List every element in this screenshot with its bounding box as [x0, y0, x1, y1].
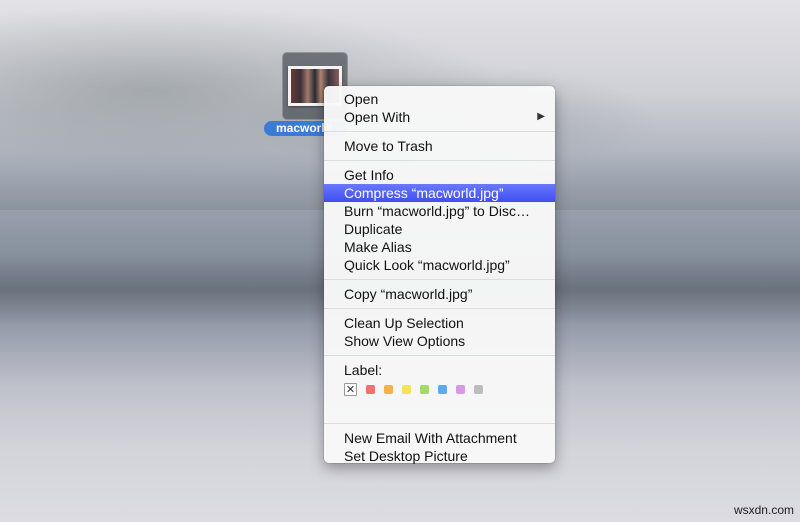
- menu-item-duplicate[interactable]: Duplicate: [324, 220, 555, 238]
- label-blue-swatch[interactable]: [438, 384, 447, 394]
- menu-separator: [324, 423, 555, 424]
- menu-spacer: [324, 399, 555, 418]
- menu-separator: [324, 308, 555, 309]
- label-yellow-swatch[interactable]: [402, 384, 411, 394]
- label-red-swatch[interactable]: [366, 384, 375, 394]
- label-purple-swatch[interactable]: [456, 384, 465, 394]
- menu-item-burn-to-disc[interactable]: Burn “macworld.jpg” to Disc…: [324, 202, 555, 220]
- context-menu: Open Open With ▶ Move to Trash Get Info C…: [324, 86, 555, 465]
- menu-item-label: New Email With Attachment: [344, 430, 517, 446]
- menu-separator: [324, 131, 555, 132]
- menu-separator: [324, 355, 555, 356]
- label-heading: Label:: [344, 362, 383, 378]
- menu-item-label: Move to Trash: [344, 138, 433, 154]
- menu-item-compress[interactable]: Compress “macworld.jpg”: [324, 184, 555, 202]
- menu-item-label: Compress “macworld.jpg”: [344, 185, 504, 201]
- menu-item-make-alias[interactable]: Make Alias: [324, 238, 555, 256]
- menu-separator: [324, 160, 555, 161]
- menu-item-quick-look[interactable]: Quick Look “macworld.jpg”: [324, 256, 555, 274]
- menu-item-label: Get Info: [344, 167, 394, 183]
- menu-item-label: Copy “macworld.jpg”: [344, 286, 473, 302]
- menu-item-clean-up-selection[interactable]: Clean Up Selection: [324, 314, 555, 332]
- menu-item-label: Quick Look “macworld.jpg”: [344, 257, 510, 273]
- menu-item-label: Burn “macworld.jpg” to Disc…: [344, 203, 530, 219]
- menu-item-open[interactable]: Open: [324, 90, 555, 108]
- menu-item-new-email-with-attachment[interactable]: New Email With Attachment: [324, 429, 555, 447]
- menu-item-open-with[interactable]: Open With ▶: [324, 108, 555, 126]
- menu-item-label: Clean Up Selection: [344, 315, 464, 331]
- menu-separator: [324, 279, 555, 280]
- menu-item-label: Make Alias: [344, 239, 412, 255]
- submenu-arrow-icon: ▶: [537, 111, 545, 122]
- menu-item-set-desktop-picture[interactable]: Set Desktop Picture: [324, 447, 555, 465]
- label-swatches: ✕: [324, 379, 555, 399]
- menu-item-label: Open With: [344, 109, 411, 125]
- menu-item-get-info[interactable]: Get Info: [324, 166, 555, 184]
- watermark: wsxdn.com: [733, 503, 794, 517]
- menu-item-label: Duplicate: [344, 221, 403, 237]
- menu-item-label: Open: [344, 91, 379, 107]
- menu-item-label: Set Desktop Picture: [344, 448, 468, 464]
- menu-item-copy[interactable]: Copy “macworld.jpg”: [324, 285, 555, 303]
- label-gray-swatch[interactable]: [474, 384, 483, 394]
- label-none-button[interactable]: ✕: [344, 382, 357, 396]
- menu-item-show-view-options[interactable]: Show View Options: [324, 332, 555, 350]
- menu-item-label: Show View Options: [344, 333, 466, 349]
- menu-item-move-to-trash[interactable]: Move to Trash: [324, 137, 555, 155]
- label-green-swatch[interactable]: [420, 384, 429, 394]
- label-orange-swatch[interactable]: [384, 384, 393, 394]
